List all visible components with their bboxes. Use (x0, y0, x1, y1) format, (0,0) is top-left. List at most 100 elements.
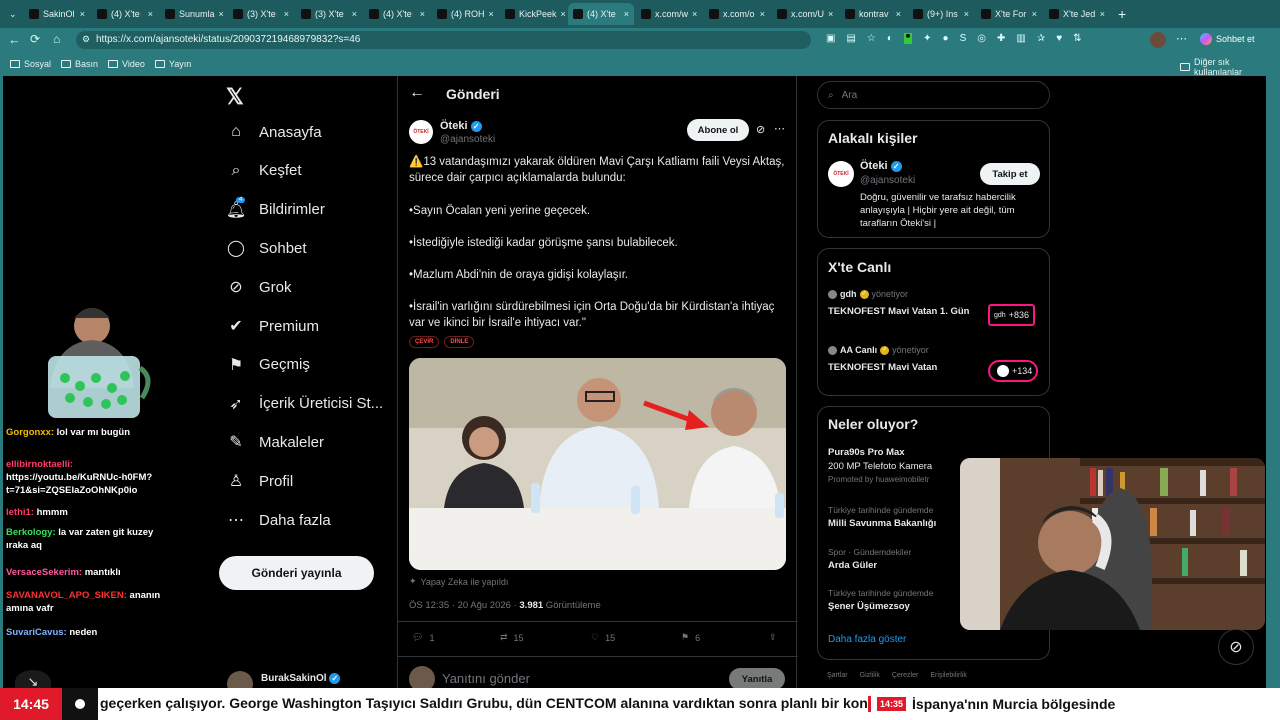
footer-link[interactable]: Şartlar (827, 672, 848, 679)
tab-menu-icon[interactable]: ⌄ (4, 3, 22, 25)
author-handle[interactable]: @ajansoteki (440, 134, 495, 145)
reload-icon[interactable]: ⟳ (30, 32, 40, 46)
close-icon[interactable]: × (896, 9, 901, 19)
nav-item-profil[interactable]: ♙ Profil (227, 472, 293, 491)
grok-fab-icon[interactable]: ⊘ (1218, 629, 1254, 665)
close-icon[interactable]: × (964, 9, 969, 19)
browser-tab[interactable]: (3) X'te × (228, 3, 294, 25)
author-avatar[interactable]: ÖTEKİ (409, 120, 433, 144)
live-listeners[interactable]: +134 (988, 360, 1039, 382)
close-icon[interactable]: × (561, 9, 566, 19)
home-icon[interactable]: ⌂ (53, 32, 60, 46)
site-info-icon[interactable]: ⚙ (82, 34, 90, 45)
browser-tab[interactable]: (9+) Ins × (908, 3, 974, 25)
browser-tab[interactable]: KickPeek × (500, 3, 566, 25)
extension-icon[interactable]: S (960, 33, 967, 44)
grok-icon[interactable]: ⊘ (756, 123, 765, 136)
related-handle[interactable]: @ajansoteki (860, 175, 915, 186)
close-icon[interactable]: × (352, 9, 357, 19)
extension-icon[interactable]: ■ (903, 33, 913, 44)
nav-item-sohbet[interactable]: ◯ Sohbet (227, 239, 307, 258)
listen-tag[interactable]: DİNLE (444, 336, 475, 348)
copilot-button[interactable]: Sohbet et (1200, 33, 1255, 45)
close-icon[interactable]: × (284, 9, 289, 19)
account-switcher[interactable]: BurakSakinOl ✓ (261, 673, 341, 684)
bookmark-folder[interactable]: Yayın (154, 59, 191, 69)
browser-tab[interactable]: (4) X'te × (92, 3, 158, 25)
close-icon[interactable]: × (692, 9, 697, 19)
nav-item-makaleler[interactable]: ✎ Makaleler (227, 433, 324, 452)
related-avatar[interactable]: ÖTEKİ (828, 161, 854, 187)
nav-item-grok[interactable]: ⊘ Grok (227, 278, 291, 297)
close-icon[interactable]: × (80, 9, 85, 19)
reply-button[interactable]: 💬︎ 1 (412, 632, 434, 643)
extension-icon[interactable]: ▣ (826, 33, 835, 44)
extension-icon[interactable]: ● (943, 33, 949, 44)
repost-button[interactable]: ⇄ 15 (500, 632, 524, 643)
search-box[interactable]: ⌕ Ara (817, 81, 1050, 109)
browser-tab[interactable]: (4) X'te × (568, 3, 634, 25)
post-button[interactable]: Gönderi yayınla (219, 556, 374, 590)
extension-icon[interactable]: ◐ (887, 33, 893, 44)
extension-icon[interactable]: ✦ (923, 33, 931, 44)
tweet-image[interactable] (409, 358, 786, 570)
close-icon[interactable]: × (420, 9, 425, 19)
bookmark-folder[interactable]: Basın (61, 59, 98, 69)
footer-link[interactable]: Erişilebilirlik (930, 672, 967, 679)
search-input[interactable]: Ara (842, 90, 858, 101)
bookmark-button[interactable]: ⚑ 6 (681, 632, 700, 643)
nav-item-anasayfa[interactable]: ⌂ Anasayfa (227, 123, 321, 141)
reply-input[interactable]: Yanıtını gönder (442, 671, 530, 686)
show-more-link[interactable]: Daha fazla göster (828, 634, 906, 645)
share-button[interactable]: ⇪ (769, 632, 777, 643)
star-icon[interactable]: ☆ (867, 33, 876, 44)
nav-item-geçmiş[interactable]: ⚑ Geçmiş (227, 356, 310, 374)
more-icon[interactable]: ⋯ (774, 122, 785, 135)
favorites-icon[interactable]: ✰ (1037, 33, 1045, 44)
sync-icon[interactable]: ⇅ (1073, 33, 1081, 44)
back-arrow-icon[interactable]: ← (409, 84, 425, 102)
collections-icon[interactable]: ♥ (1056, 33, 1062, 44)
close-icon[interactable]: × (1100, 9, 1105, 19)
x-logo-icon[interactable]: 𝕏 (226, 84, 244, 110)
browser-tab[interactable]: X'te For × (976, 3, 1042, 25)
browser-tab[interactable]: (3) X'te × (296, 3, 362, 25)
close-icon[interactable]: × (219, 9, 224, 19)
author-name-row[interactable]: Öteki ✓ (440, 120, 482, 132)
reply-submit-button[interactable]: Yanıtla (729, 668, 785, 688)
browser-tab[interactable]: x.com/w × (636, 3, 702, 25)
browser-tab[interactable]: x.com/U × (772, 3, 838, 25)
related-name-row[interactable]: Öteki ✓ (860, 160, 902, 172)
url-field[interactable]: ⚙ https://x.com/ajansoteki/status/209037… (76, 31, 811, 49)
browser-tab[interactable]: x.com/o × (704, 3, 770, 25)
nav-item-keşfet[interactable]: ⌕ Keşfet (227, 162, 302, 180)
footer-link[interactable]: Gizlilik (860, 672, 880, 679)
close-icon[interactable]: × (148, 9, 153, 19)
nav-item-premium[interactable]: ✔ Premium (227, 317, 319, 336)
browser-tab[interactable]: (4) ROH × (432, 3, 498, 25)
browser-tab[interactable]: SakinOl × (24, 3, 90, 25)
more-icon[interactable]: ⋯ (1176, 32, 1187, 45)
like-button[interactable]: ♡ 15 (591, 632, 615, 643)
extension-icon[interactable]: ◎ (977, 33, 986, 44)
other-bookmarks[interactable]: Diğer sık kullanılanlar (1180, 57, 1280, 77)
pin-icon[interactable]: ↘ (15, 670, 51, 688)
extension-icon[interactable]: ▤ (846, 33, 855, 44)
profile-avatar[interactable] (1150, 32, 1166, 48)
bookmark-folder[interactable]: Video (108, 59, 145, 69)
account-avatar[interactable] (227, 671, 253, 688)
nav-item-daha-fazla[interactable]: ⋯ Daha fazla (227, 511, 331, 530)
nav-item-bildirimler[interactable]: 🔔︎ 4 Bildirimler (226, 196, 325, 219)
browser-tab[interactable]: kontrav × (840, 3, 906, 25)
close-icon[interactable]: × (828, 9, 833, 19)
close-icon[interactable]: × (760, 9, 765, 19)
bookmark-folder[interactable]: Sosyal (10, 59, 51, 69)
browser-tab[interactable]: X'te Jed × (1044, 3, 1110, 25)
puzzle-icon[interactable]: ✚ (997, 33, 1005, 44)
close-icon[interactable]: × (1032, 9, 1037, 19)
split-view-icon[interactable]: ▥ (1016, 33, 1025, 44)
live-listeners[interactable]: gdh +836 (988, 304, 1035, 326)
close-icon[interactable]: × (624, 9, 629, 19)
browser-tab[interactable]: (4) X'te × (364, 3, 430, 25)
follow-button[interactable]: Abone ol (687, 119, 749, 141)
